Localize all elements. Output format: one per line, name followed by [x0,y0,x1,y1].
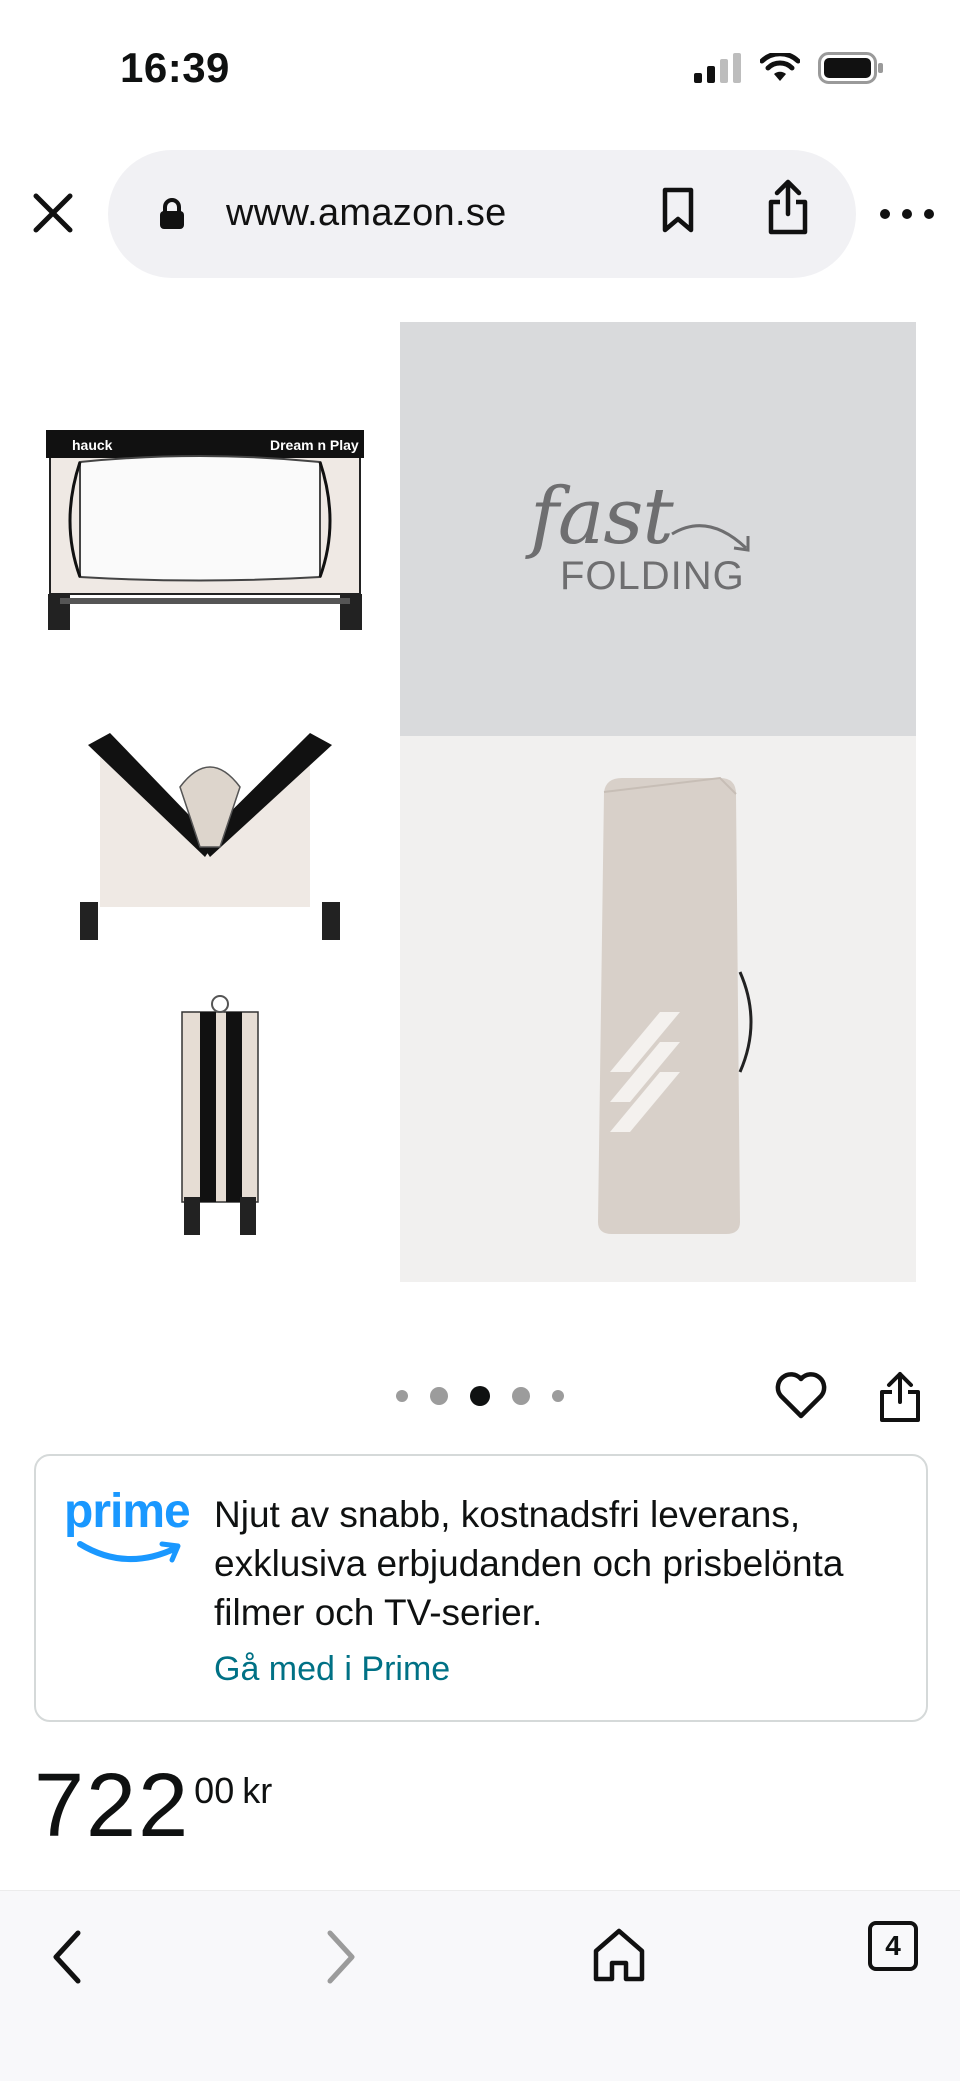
brand-text: hauck [72,437,113,453]
carousel-dot-active[interactable] [470,1386,490,1406]
join-prime-link[interactable]: Gå med i Prime [214,1650,450,1689]
status-time: 16:39 [120,44,230,91]
close-icon [33,193,73,233]
carousel-dot[interactable] [396,1390,408,1402]
wifi-icon [760,53,800,81]
tabs-button[interactable]: 4 [868,1921,918,1971]
heart-icon[interactable] [774,1370,828,1420]
carousel-dot[interactable] [430,1387,448,1405]
fast-text: fast [530,472,674,562]
playpen-folded-image [181,995,259,1235]
prime-banner: prime Njut av snabb, kostnadsfri leveran… [34,1454,928,1722]
share-icon[interactable] [766,178,810,236]
url-text: www.amazon.se [226,192,507,234]
price-currency: kr [242,1770,273,1811]
bookmark-icon[interactable] [660,186,696,234]
prime-smile-icon [77,1541,181,1563]
price-fraction: 00 [194,1770,235,1811]
product-image[interactable]: hauck Dream n Play fast FOLDING [0,322,960,1282]
close-button[interactable] [28,188,78,238]
carousel-dot[interactable] [552,1390,564,1402]
lock-icon [160,198,184,229]
share-icon[interactable] [876,1370,924,1424]
home-icon[interactable] [590,1925,648,1985]
prime-logo: prime [64,1485,191,1538]
battery-icon [818,52,883,84]
arrow-icon [671,524,750,552]
playpen-open-image: hauck Dream n Play [46,430,364,630]
back-icon[interactable] [44,1925,92,1989]
carry-bag-image [598,776,753,1234]
carousel-dots [396,1386,564,1406]
browser-bar: www.amazon.se [0,150,960,280]
more-button[interactable] [880,200,934,228]
status-bar: 16:39 [0,0,960,140]
forward-icon[interactable] [316,1925,364,1989]
cellular-signal-icon [694,53,741,83]
address-bar[interactable]: www.amazon.se [108,150,856,278]
tab-count: 4 [885,1930,901,1961]
browser-toolbar: 4 [0,1890,960,2081]
carousel-dot[interactable] [512,1387,530,1405]
price-whole: 722 [34,1756,191,1856]
prime-description: Njut av snabb, kostnadsfri leverans, exk… [214,1494,844,1633]
product-label-text: Dream n Play [270,437,359,453]
product-price: 722 00 kr [34,1758,272,1854]
playpen-folding-image [80,733,340,940]
status-icons [694,52,884,84]
more-icon [880,209,890,219]
